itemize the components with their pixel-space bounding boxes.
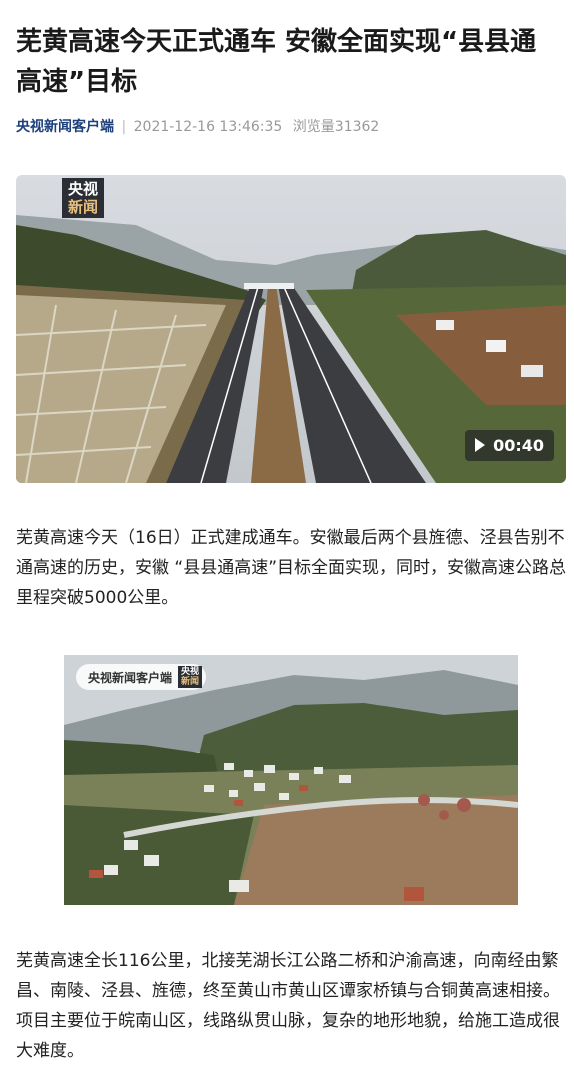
cctv-news-logo: 央视 新闻 (62, 178, 104, 218)
article-meta: 央视新闻客户端 | 2021-12-16 13:46:35 浏览量31362 (16, 116, 379, 136)
village-photo (64, 655, 518, 905)
article-paragraph: 芜黄高速今天（16日）正式建成通车。安徽最后两个县旌德、泾县告别不通高速的历史，… (16, 528, 567, 608)
video-duration: 00:40 (493, 436, 544, 455)
article-views: 浏览量31362 (292, 119, 380, 135)
meta-separator: | (121, 119, 127, 135)
cctv-news-logo: 央视 新闻 (178, 666, 203, 688)
article-datetime: 2021-12-16 13:46:35 (133, 119, 283, 135)
article-title: 芜黄高速今天正式通车 安徽全面实现“县县通高速”目标 (16, 27, 537, 97)
video-player[interactable]: 央视 新闻 00:40 (16, 175, 566, 483)
article-paragraph: 芜黄高速全长116公里，北接芜湖长江公路二桥和沪渝高速，向南经由繁昌、南陵、泾县… (16, 951, 560, 1061)
article-source[interactable]: 央视新闻客户端 (16, 119, 114, 135)
video-duration-badge[interactable]: 00:40 (465, 430, 554, 461)
article-photo: 央视新闻客户端 央视 新闻 (64, 655, 518, 905)
play-icon[interactable] (475, 438, 486, 452)
photo-watermark: 央视新闻客户端 央视 新闻 (76, 664, 207, 690)
